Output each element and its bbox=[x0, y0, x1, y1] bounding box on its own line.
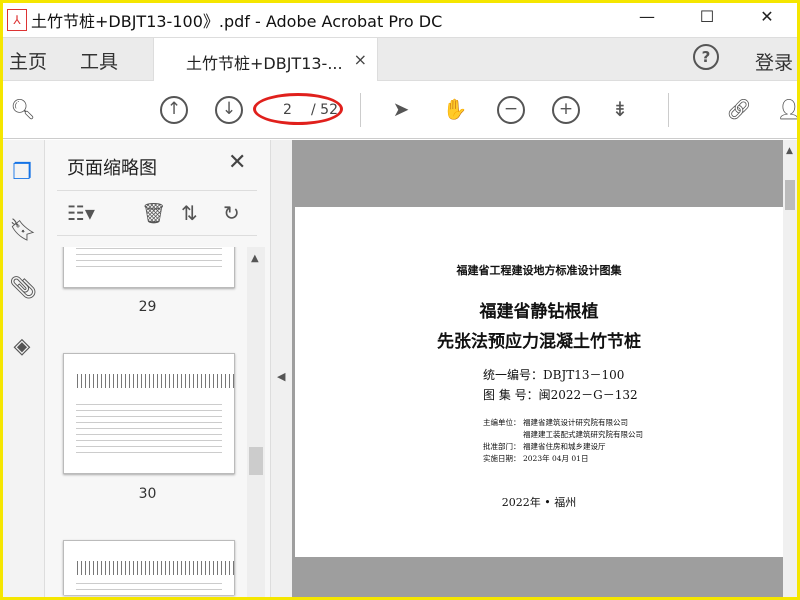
fit-page-icon[interactable]: ⇟ bbox=[606, 96, 634, 124]
next-page-button[interactable]: ↓ bbox=[215, 96, 243, 124]
tab-document[interactable]: 土竹节桩+DBJT13-... × bbox=[153, 38, 378, 82]
thumbnail-page-31[interactable] bbox=[63, 540, 235, 595]
page-number-field[interactable]: 2 / 52 bbox=[253, 93, 343, 125]
document-view: 福建省工程建设地方标准设计图集 福建省静钻根植 先张法预应力混凝土竹节桩 统一编… bbox=[292, 140, 783, 597]
share-user-icon[interactable]: 👤︎ bbox=[775, 96, 797, 124]
attachment-icon[interactable]: 📎︎ bbox=[9, 276, 37, 304]
scrollbar-thumb[interactable] bbox=[249, 447, 263, 475]
thumbnail-panel: 页面缩略图 ✕ ☷▾ 🗑︎ ⇅ ↻ 29 30 ▲ bbox=[45, 140, 270, 597]
minimize-button[interactable]: — bbox=[617, 3, 677, 33]
doc-title-line1: 福建省静钻根植 bbox=[479, 302, 599, 322]
scroll-up-icon[interactable]: ▲ bbox=[251, 253, 259, 264]
acrobat-window: ⅄ 土竹节桩+DBJT13-100》.pdf - Adobe Acrobat P… bbox=[3, 3, 797, 597]
approver-label: 批准部门： bbox=[483, 442, 521, 451]
thumbnail-list: 29 30 bbox=[45, 247, 270, 597]
divider bbox=[668, 93, 669, 127]
scroll-up-icon[interactable]: ▲ bbox=[786, 146, 793, 156]
doc-title-line2: 先张法预应力混凝土竹节桩 bbox=[437, 332, 641, 352]
divider bbox=[360, 93, 361, 127]
editor-value: 福建省建筑设计研究院有限公司 bbox=[523, 418, 628, 427]
delete-icon[interactable]: 🗑︎ bbox=[141, 201, 166, 225]
left-navigation: ❐ 🔖︎ 📎︎ ◈ bbox=[3, 140, 45, 597]
panel-scrollbar[interactable]: ▲ bbox=[247, 247, 265, 597]
options-menu-icon[interactable]: ☷▾ bbox=[67, 201, 95, 225]
zoom-search-icon[interactable]: 🔍︎ bbox=[9, 96, 37, 124]
close-tab-icon[interactable]: × bbox=[354, 50, 367, 69]
acrobat-logo-icon: ⅄ bbox=[7, 9, 27, 31]
total-pages: / 52 bbox=[311, 102, 338, 118]
toolbar: 🔍︎ ↑ ↓ 2 / 52 ➤ ✋ − + ⇟ 🔗︎ 👤︎ bbox=[3, 81, 797, 139]
editor-label: 主编单位： bbox=[483, 418, 521, 427]
code-value: DBJT13－100 bbox=[543, 368, 625, 382]
close-panel-icon[interactable]: ✕ bbox=[228, 150, 246, 175]
maximize-button[interactable]: ☐ bbox=[677, 3, 737, 33]
document-scrollbar[interactable]: ▲ bbox=[783, 140, 797, 597]
date-value: 2023年 04月 01日 bbox=[523, 454, 589, 463]
atlas-label: 图 集 号： bbox=[483, 388, 539, 402]
collapse-arrow-icon[interactable]: ◀ bbox=[277, 370, 285, 383]
rotate-icon[interactable]: ↻ bbox=[223, 201, 240, 225]
editor-value: 福建建工装配式建筑研究院有限公司 bbox=[523, 430, 643, 439]
window-title: 土竹节桩+DBJT13-100》.pdf - Adobe Acrobat Pro… bbox=[31, 12, 443, 31]
extract-page-icon[interactable]: ⇅ bbox=[181, 201, 198, 225]
zoom-in-button[interactable]: + bbox=[552, 96, 580, 124]
help-button[interactable]: ? bbox=[693, 44, 719, 70]
panel-title: 页面缩略图 bbox=[67, 158, 157, 179]
tab-home[interactable]: 主页 bbox=[9, 47, 47, 74]
atlas-value: 闽2022－G－132 bbox=[538, 388, 638, 402]
panel-splitter[interactable]: ◀ bbox=[270, 140, 292, 597]
hand-tool-icon[interactable]: ✋ bbox=[441, 96, 469, 124]
thumbnail-label: 29 bbox=[138, 299, 157, 315]
current-page-input[interactable]: 2 bbox=[283, 102, 292, 118]
title-bar: ⅄ 土竹节桩+DBJT13-100》.pdf - Adobe Acrobat P… bbox=[3, 3, 797, 37]
approver-value: 福建省住房和城乡建设厅 bbox=[523, 442, 606, 451]
page-thumbnails-icon[interactable]: ❐ bbox=[9, 160, 35, 188]
bookmark-icon[interactable]: 🔖︎ bbox=[9, 218, 37, 246]
panel-toolbar: ☷▾ 🗑︎ ⇅ ↻ bbox=[57, 190, 257, 236]
series-title: 福建省工程建设地方标准设计图集 bbox=[456, 264, 622, 277]
tab-bar: 主页 工具 土竹节桩+DBJT13-... × ? 登录 bbox=[3, 37, 797, 82]
share-link-icon[interactable]: 🔗︎ bbox=[725, 96, 753, 124]
thumbnail-label: 30 bbox=[138, 486, 157, 502]
layers-icon[interactable]: ◈ bbox=[9, 334, 35, 362]
pdf-page: 福建省工程建设地方标准设计图集 福建省静钻根植 先张法预应力混凝土竹节桩 统一编… bbox=[295, 207, 783, 557]
zoom-out-button[interactable]: − bbox=[497, 96, 525, 124]
doc-footer: 2022年 • 福州 bbox=[501, 496, 577, 509]
select-cursor-icon[interactable]: ➤ bbox=[387, 96, 415, 124]
login-button[interactable]: 登录 bbox=[755, 48, 793, 75]
doc-codes: 统一编号：DBJT13－100 图 集 号：闽2022－G－132 bbox=[483, 365, 638, 405]
code-label: 统一编号： bbox=[483, 368, 544, 382]
document-tab-label: 土竹节桩+DBJT13-... bbox=[186, 54, 343, 73]
close-button[interactable]: ✕ bbox=[737, 3, 797, 33]
thumbnail-page-29[interactable] bbox=[63, 247, 235, 288]
date-label: 实施日期： bbox=[483, 454, 521, 463]
thumbnail-page-30[interactable] bbox=[63, 353, 235, 474]
previous-page-button[interactable]: ↑ bbox=[160, 96, 188, 124]
scrollbar-thumb[interactable] bbox=[785, 180, 795, 210]
doc-info: 主编单位： 福建省建筑设计研究院有限公司 福建建工装配式建筑研究院有限公司 批准部… bbox=[483, 417, 643, 465]
tab-tools[interactable]: 工具 bbox=[80, 47, 118, 74]
